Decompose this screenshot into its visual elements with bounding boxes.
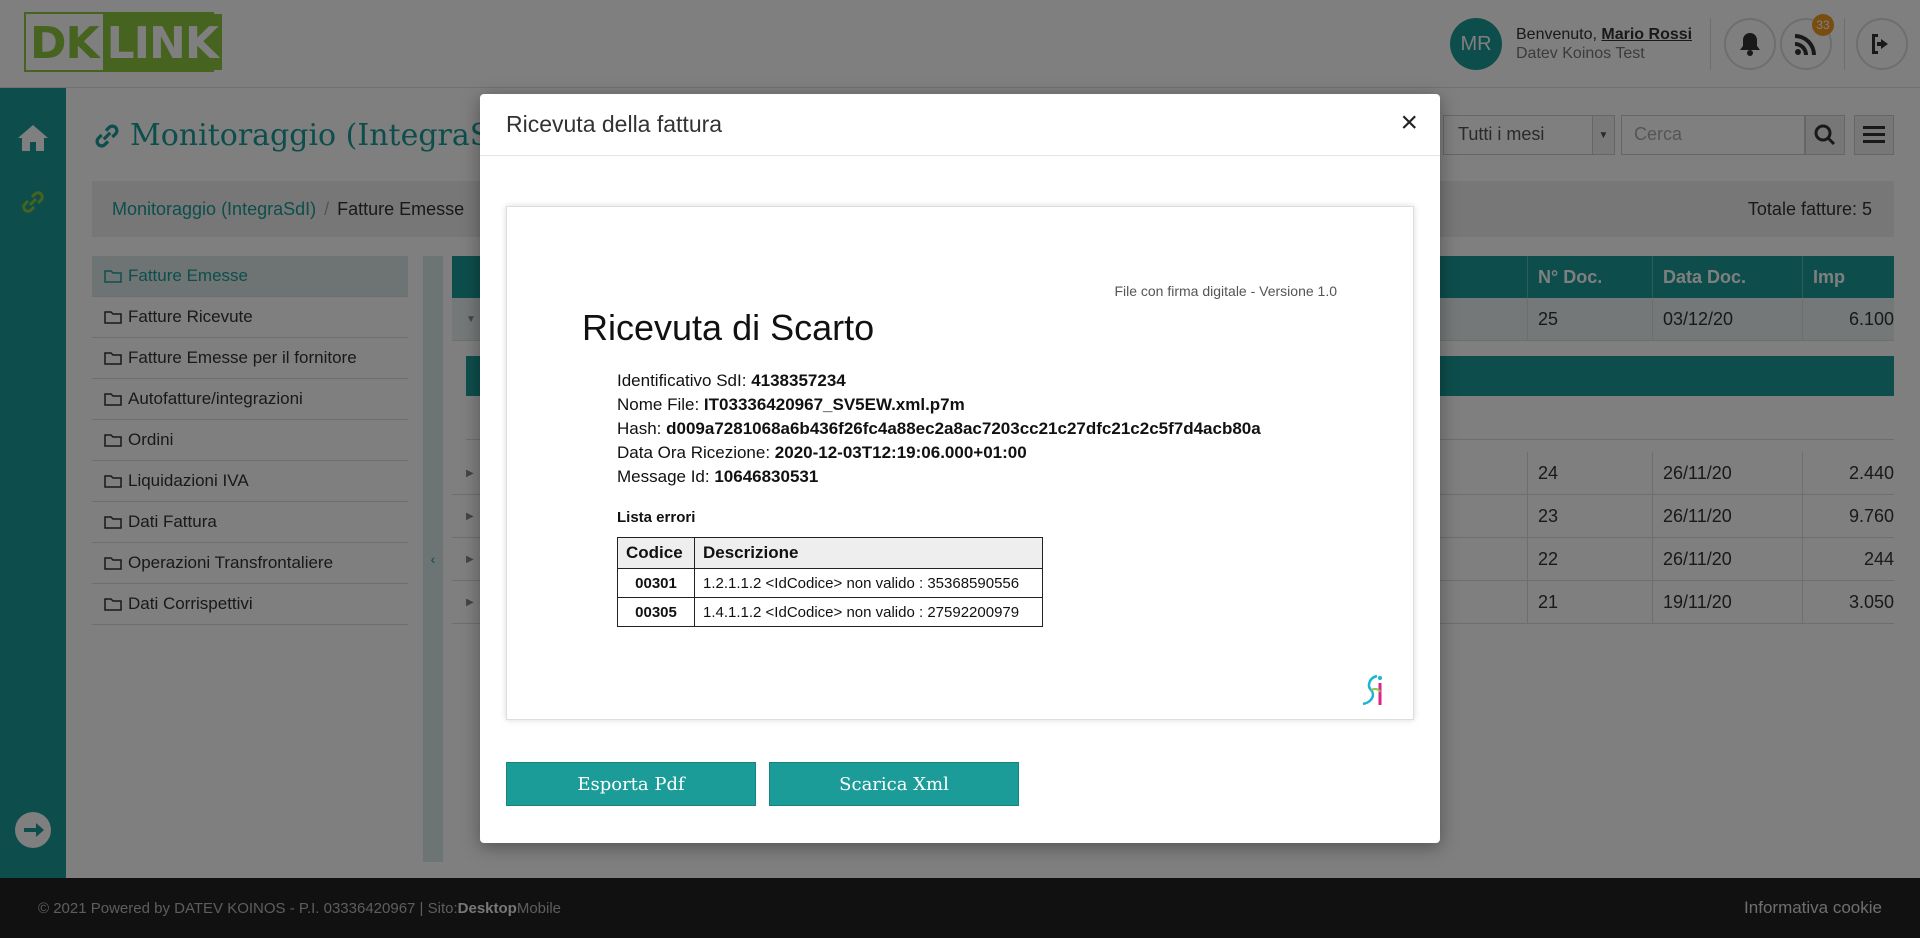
close-icon[interactable]: × <box>1400 108 1418 138</box>
errors-header-desc: Descrizione <box>694 537 1043 569</box>
doc-title: Ricevuta di Scarto <box>582 307 875 348</box>
error-code: 00305 <box>617 597 695 627</box>
field-label: Data Ora Ricezione: <box>617 443 775 462</box>
field-value: d009a7281068a6b436f26fc4a88ec2a8ac7203cc… <box>666 419 1261 438</box>
error-desc: 1.2.1.1.2 <IdCodice> non valido : 353685… <box>694 568 1043 598</box>
doc-field-sdi: Identificativo SdI: 4138357234 <box>617 369 1261 393</box>
sdi-logo-icon <box>1362 674 1382 706</box>
error-row: 00301 1.2.1.1.2 <IdCodice> non valido : … <box>617 568 1043 598</box>
receipt-document: File con firma digitale - Versione 1.0 R… <box>506 206 1414 720</box>
error-row: 00305 1.4.1.1.2 <IdCodice> non valido : … <box>617 597 1043 627</box>
field-value: IT03336420967_SV5EW.xml.p7m <box>703 395 965 414</box>
field-label: Nome File: <box>617 395 704 414</box>
doc-info: Identificativo SdI: 4138357234 Nome File… <box>617 369 1261 489</box>
field-label: Identificativo SdI: <box>617 371 752 390</box>
errors-header-row: Codice Descrizione <box>617 537 1043 569</box>
doc-field-hash: Hash: d009a7281068a6b436f26fc4a88ec2a8ac… <box>617 417 1261 441</box>
errors-table: Codice Descrizione 00301 1.2.1.1.2 <IdCo… <box>617 537 1043 627</box>
doc-field-datetime: Data Ora Ricezione: 2020-12-03T12:19:06.… <box>617 441 1261 465</box>
field-value: 2020-12-03T12:19:06.000+01:00 <box>774 443 1027 462</box>
export-pdf-button[interactable]: Esporta Pdf <box>506 762 756 806</box>
error-code: 00301 <box>617 568 695 598</box>
modal-title: Ricevuta della fattura <box>506 111 723 137</box>
receipt-modal: Ricevuta della fattura × File con firma … <box>480 94 1440 843</box>
doc-field-message-id: Message Id: 10646830531 <box>617 465 1261 489</box>
doc-version: File con firma digitale - Versione 1.0 <box>1114 283 1337 299</box>
error-desc: 1.4.1.1.2 <IdCodice> non valido : 275922… <box>694 597 1043 627</box>
field-label: Message Id: <box>617 467 715 486</box>
modal-header: Ricevuta della fattura <box>480 94 1440 156</box>
download-xml-button[interactable]: Scarica Xml <box>769 762 1019 806</box>
field-label: Hash: <box>617 419 667 438</box>
doc-field-filename: Nome File: IT03336420967_SV5EW.xml.p7m <box>617 393 1261 417</box>
field-value: 4138357234 <box>751 371 846 390</box>
field-value: 10646830531 <box>714 467 819 486</box>
errors-label: Lista errori <box>617 509 696 526</box>
errors-header-code: Codice <box>617 537 695 569</box>
